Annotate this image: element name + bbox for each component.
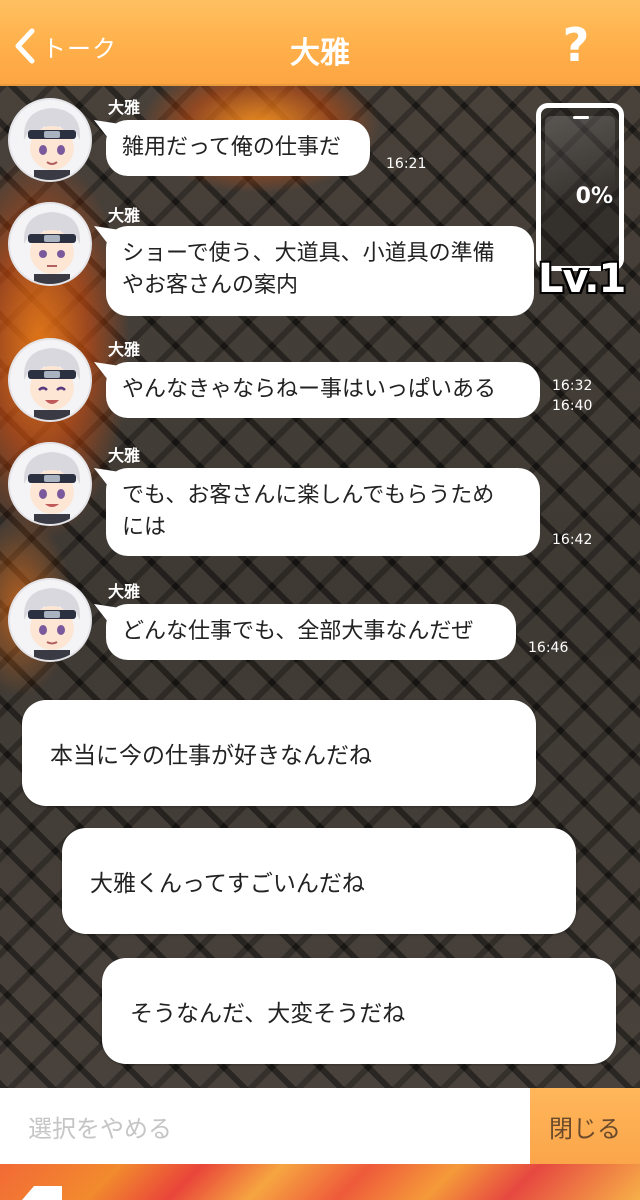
decorative-strip	[0, 1164, 640, 1200]
message-text: 雑用だって俺の仕事だ	[122, 135, 341, 160]
message-text: やんなきゃならねー事はいっぱいある	[122, 377, 497, 402]
avatar[interactable]	[8, 98, 92, 182]
message-bubble: やんなきゃならねー事はいっぱいある	[106, 362, 540, 418]
character-avatar-icon	[10, 204, 90, 284]
character-avatar-icon	[10, 100, 90, 180]
choice-text: 本当に今の仕事が好きなんだね	[50, 743, 372, 769]
message-time: 16:32	[552, 378, 593, 394]
character-avatar-icon	[10, 580, 90, 660]
choice-option-2[interactable]: 大雅くんってすごいんだね	[62, 828, 576, 934]
avatar[interactable]	[8, 338, 92, 422]
message-time: 16:46	[528, 640, 569, 656]
meter-percent: 0%	[575, 184, 613, 209]
affection-meter[interactable]: 0%	[536, 103, 624, 271]
message-bubble: でも、お客さんに楽しんでもらうため には	[106, 468, 540, 556]
sender-name: 大雅	[108, 446, 141, 465]
cancel-selection-button[interactable]: 選択をやめる	[0, 1088, 530, 1164]
header-bar: トーク 大雅 ?	[0, 0, 640, 86]
character-avatar-icon	[10, 444, 90, 524]
sender-name: 大雅	[108, 98, 141, 117]
close-button[interactable]: 閉じる	[530, 1088, 640, 1164]
message-text: どんな仕事でも、全部大事なんだぜ	[122, 619, 474, 644]
sender-name: 大雅	[108, 582, 141, 601]
message-text: には	[122, 515, 167, 540]
avatar[interactable]	[8, 442, 92, 526]
sender-name: 大雅	[108, 340, 141, 359]
message-bubble: ショーで使う、大道具、小道具の準備 やお客さんの案内	[106, 226, 534, 316]
page-title: 大雅	[290, 36, 350, 71]
avatar[interactable]	[8, 202, 92, 286]
bottom-bar: 選択をやめる 閉じる	[0, 1088, 640, 1164]
message-time: 16:40	[552, 398, 593, 414]
message-bubble: どんな仕事でも、全部大事なんだぜ	[106, 604, 516, 660]
sender-name: 大雅	[108, 206, 141, 225]
character-avatar-icon	[10, 340, 90, 420]
message-time: 16:21	[386, 156, 427, 172]
avatar[interactable]	[8, 578, 92, 662]
choice-option-1[interactable]: 本当に今の仕事が好きなんだね	[22, 700, 536, 806]
message-text: やお客さんの案内	[122, 273, 299, 298]
choice-option-3[interactable]: そうなんだ、大変そうだね	[102, 958, 616, 1064]
message-time: 16:42	[552, 532, 593, 548]
level-label: Lv.1	[538, 256, 626, 302]
choice-text: そうなんだ、大変そうだね	[130, 1001, 406, 1027]
choice-text: 大雅くんってすごいんだね	[90, 871, 365, 897]
phone-speaker-icon	[573, 116, 589, 119]
message-bubble: 雑用だって俺の仕事だ	[106, 120, 370, 176]
message-text: でも、お客さんに楽しんでもらうため	[122, 483, 495, 508]
help-button[interactable]: ?	[556, 20, 596, 70]
message-text: ショーで使う、大道具、小道具の準備	[122, 241, 495, 266]
